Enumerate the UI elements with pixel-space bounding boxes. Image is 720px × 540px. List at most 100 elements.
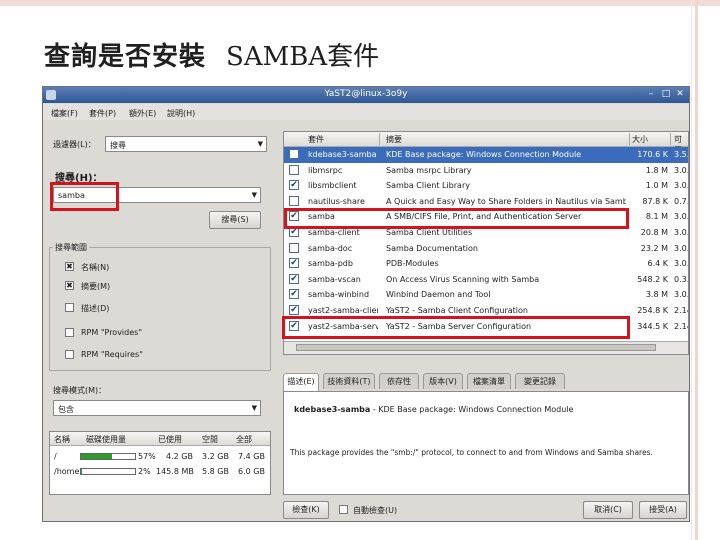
table-row[interactable]: ✔ samba-vscan On Access Virus Scanning wit… xyxy=(284,272,688,288)
close-icon[interactable]: ✕ xyxy=(674,88,686,100)
package-size: 1.0 M xyxy=(645,181,668,191)
package-summary: Samba Documentation xyxy=(386,243,478,253)
window-titlebar: YaST2@linux-3o9y – □ ✕ xyxy=(43,87,689,103)
table-row[interactable]: kdebase3-samba KDE Base package: Windows … xyxy=(284,147,688,163)
package-checkbox[interactable] xyxy=(289,242,299,253)
disk-percent: 2% xyxy=(138,467,151,476)
column-divider xyxy=(379,133,380,145)
package-name: kdebase3-samba xyxy=(308,150,377,159)
accept-button[interactable]: 接受(A) xyxy=(639,501,687,519)
horizontal-scrollbar[interactable] xyxy=(284,341,688,354)
column-divider xyxy=(629,133,630,145)
package-checkbox[interactable]: ✔ xyxy=(289,258,299,269)
chevron-down-icon: ▼ xyxy=(251,404,257,412)
package-available: 3.0. xyxy=(674,181,689,191)
package-checkbox[interactable]: ✔ xyxy=(289,289,299,300)
search-requires-checkbox[interactable] xyxy=(65,350,74,359)
slide-title-zh: 查詢是否安裝 xyxy=(44,42,207,72)
menu-extra[interactable]: 額外(E) xyxy=(129,108,156,119)
package-checkbox[interactable]: ✔ xyxy=(289,180,299,191)
package-name: samba-vscan xyxy=(308,274,361,284)
search-requires-label: RPM "Requires" xyxy=(81,350,143,359)
package-size: 8.1 M xyxy=(645,212,668,222)
package-checkbox[interactable] xyxy=(289,195,299,206)
filter-combo[interactable]: 搜尋 ▼ xyxy=(105,136,267,152)
search-summary-checkbox[interactable]: ✖ xyxy=(65,281,74,290)
search-summary-label: 摘要(M) xyxy=(81,282,111,291)
search-button[interactable]: 搜尋(S) xyxy=(209,211,261,229)
col-summary[interactable]: 摘要 xyxy=(386,134,402,145)
table-row[interactable]: libmsrpc Samba msrpc Library 1.8 M 3.0. xyxy=(284,163,688,179)
package-summary: PDB-Modules xyxy=(386,259,439,269)
search-mode-label: 搜尋模式(M)： xyxy=(53,386,107,395)
search-name-checkbox[interactable]: ✖ xyxy=(65,262,74,271)
autocheck-label: 自動檢查(U) xyxy=(353,506,398,515)
slide-top-rule xyxy=(0,0,720,6)
autocheck-checkbox[interactable] xyxy=(339,505,348,514)
package-name: libmsrpc xyxy=(308,165,343,175)
search-in-label: 搜尋範圍 xyxy=(53,242,89,253)
detail-summary: - KDE Base package: Windows Connection M… xyxy=(370,405,574,414)
package-name: yast2-samba-client xyxy=(308,306,378,315)
filter-value: 搜尋 xyxy=(110,141,126,150)
package-checkbox[interactable]: ✔ xyxy=(289,305,299,315)
tab-changelog[interactable]: 變更記錄 xyxy=(515,373,565,389)
package-size: 548.2 K xyxy=(637,274,668,284)
tab-description[interactable]: 描述(E) xyxy=(283,373,319,391)
disk-col-used: 已使用 xyxy=(158,435,182,444)
search-provides-checkbox[interactable] xyxy=(65,328,74,337)
search-description-label: 描述(D) xyxy=(81,304,110,313)
table-row[interactable]: samba-doc Samba Documentation 23.2 M 3.0. xyxy=(284,241,688,257)
package-size: 20.8 M xyxy=(640,228,668,237)
tab-dependencies[interactable]: 依存性 xyxy=(379,373,419,389)
check-button[interactable]: 檢查(K) xyxy=(283,501,329,519)
package-name: nautilus-share xyxy=(308,196,365,206)
package-summary: Samba Client Utilities xyxy=(386,228,473,237)
disk-name: /home xyxy=(54,467,80,476)
window-title: YaST2@linux-3o9y xyxy=(324,89,408,99)
package-checkbox[interactable]: ✔ xyxy=(289,273,299,284)
package-size: 3.8 M xyxy=(645,290,668,300)
package-available: 2.14 xyxy=(674,306,688,315)
detail-heading: kdebase3-samba - KDE Base package: Windo… xyxy=(294,405,573,414)
disk-total: 7.4 GB xyxy=(238,452,265,461)
package-summary: On Access Virus Scanning with Samba xyxy=(386,274,540,284)
slide-right-rule xyxy=(695,0,698,540)
tab-file-list[interactable]: 檔案清單 xyxy=(467,373,511,389)
table-row[interactable]: ✔ samba-pdb PDB-Modules 6.4 K 3.0. xyxy=(284,256,688,272)
package-name: samba-pdb xyxy=(308,259,353,269)
menu-help[interactable]: 說明(H) xyxy=(167,108,195,119)
package-checkbox[interactable] xyxy=(289,149,299,159)
slide-right-rule-thin xyxy=(691,0,692,540)
chevron-down-icon: ▼ xyxy=(251,191,257,199)
slide-title-en: SAMBA套件 xyxy=(226,42,380,72)
package-available: 0.3. xyxy=(674,274,689,284)
menu-package[interactable]: 套件(P) xyxy=(89,108,116,119)
disk-row: /home 2% 145.8 MB 5.8 GB 6.0 GB xyxy=(50,465,270,478)
package-available: 2.14 xyxy=(674,321,688,331)
search-mode-combo[interactable]: 包含 ▼ xyxy=(53,400,261,416)
package-summary: A Quick and Easy Way to Share Folders in… xyxy=(386,196,626,206)
tab-technical-data[interactable]: 技術資料(T) xyxy=(323,373,375,389)
menu-file[interactable]: 檔案(F) xyxy=(51,108,78,119)
table-row[interactable]: nautilus-share A Quick and Easy Way to Sh… xyxy=(284,194,688,210)
maximize-icon[interactable]: □ xyxy=(660,88,672,100)
package-checkbox[interactable] xyxy=(289,164,299,175)
package-size: 23.2 M xyxy=(640,243,668,253)
cancel-button[interactable]: 取消(C) xyxy=(583,501,633,519)
scrollbar-thumb[interactable] xyxy=(296,344,656,351)
disk-col-usage: 磁碟使用量 xyxy=(86,435,126,444)
minimize-icon[interactable]: – xyxy=(645,88,657,100)
menu-bar: 檔案(F) 套件(P) 額外(E) 說明(H) xyxy=(43,104,689,120)
search-description-checkbox[interactable] xyxy=(65,303,74,312)
chevron-down-icon: ▼ xyxy=(257,140,263,148)
search-provides-label: RPM "Provides" xyxy=(81,328,143,337)
table-row[interactable]: ✔ samba-winbind Winbind Daemon and Tool 3.8… xyxy=(284,287,688,303)
package-summary: YaST2 - Samba Client Configuration xyxy=(386,306,528,315)
disk-percent: 57% xyxy=(138,452,156,461)
details-tabs: 描述(E) 技術資料(T) 依存性 版本(V) 檔案清單 變更記錄 xyxy=(283,373,689,391)
table-row[interactable]: ✔ libsmbclient Samba Client Library 1.0 M 3.… xyxy=(284,178,688,194)
tab-versions[interactable]: 版本(V) xyxy=(423,373,463,389)
col-size[interactable]: 大小 xyxy=(632,134,648,145)
col-package[interactable]: 套件 xyxy=(308,134,324,145)
